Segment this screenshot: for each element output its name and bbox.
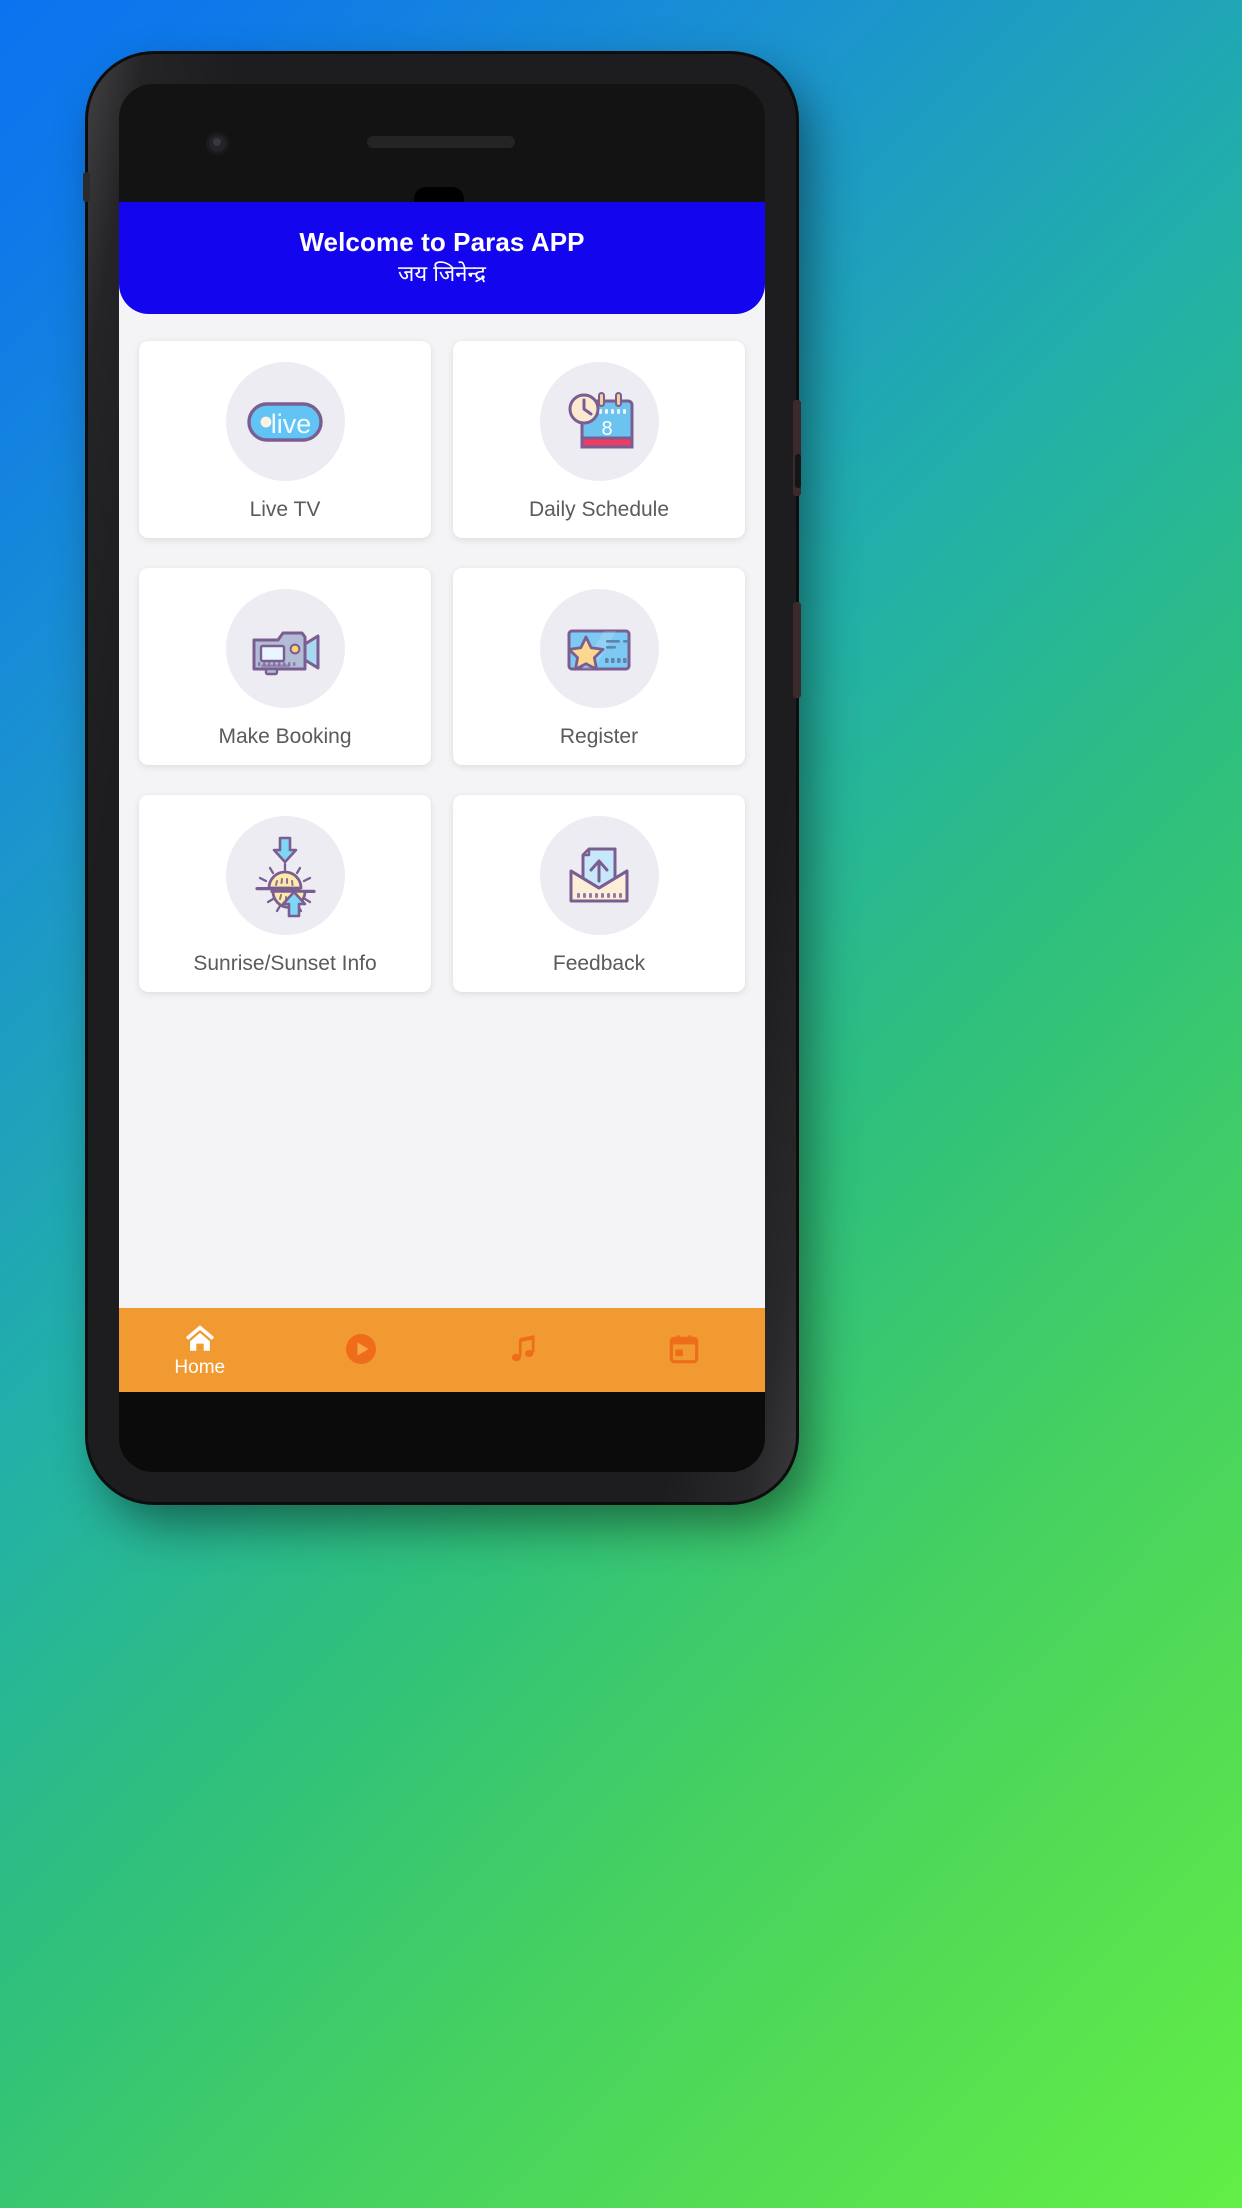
card-make-booking[interactable]: Make Booking: [139, 568, 431, 765]
icon-circle: 8: [539, 362, 659, 481]
envelope-upload-icon: [569, 847, 629, 902]
nav-item-calendar[interactable]: [604, 1333, 766, 1367]
live-badge-text: live: [271, 409, 312, 439]
earpiece-speaker: [367, 136, 515, 148]
calendar-icon: [668, 1333, 700, 1365]
card-daily-schedule[interactable]: 8 Daily Schedule: [453, 341, 745, 538]
nav-item-music[interactable]: [442, 1332, 604, 1368]
calendar-day-text: 8: [601, 418, 612, 440]
nav-label-home: Home: [174, 1357, 226, 1378]
volume-down-button[interactable]: [793, 602, 801, 698]
front-camera-icon: [206, 132, 229, 155]
page-title: Welcome to Paras APP: [299, 226, 585, 257]
icon-circle: [539, 816, 659, 935]
power-button[interactable]: [795, 454, 801, 488]
nav-item-home[interactable]: Home: [119, 1321, 281, 1379]
icon-circle: live: [225, 362, 345, 481]
card-label: Sunrise/Sunset Info: [193, 952, 377, 975]
card-feedback[interactable]: Feedback: [453, 795, 745, 992]
music-note-icon: [506, 1332, 540, 1366]
bottom-navigation-bar: Home: [119, 1308, 765, 1392]
phone-top-bezel: [119, 84, 765, 211]
feature-card-grid: live Live TV 8 Daily Schedule Make Booki…: [119, 314, 765, 992]
card-label: Feedback: [552, 952, 646, 975]
video-camera-icon: [252, 631, 320, 675]
home-icon: [183, 1321, 217, 1355]
live-badge-icon: live: [247, 401, 323, 442]
card-label: Live TV: [249, 498, 321, 521]
card-live-tv[interactable]: live Live TV: [139, 341, 431, 538]
app-header: Welcome to Paras APP जय जिनेन्द्र: [119, 202, 765, 314]
phone-device-frame: Welcome to Paras APP जय जिनेन्द्र live L…: [83, 54, 801, 1502]
mute-switch[interactable]: [83, 172, 90, 202]
nav-item-play[interactable]: [281, 1331, 443, 1369]
phone-bottom-bezel: [119, 1392, 765, 1472]
icon-circle: [225, 816, 345, 935]
wallpaper-background: Welcome to Paras APP जय जिनेन्द्र live L…: [0, 0, 1242, 2208]
card-label: Daily Schedule: [528, 498, 670, 521]
calendar-clock-icon: 8: [568, 391, 634, 448]
sunrise-sunset-icon: [255, 836, 316, 917]
page-subtitle: जय जिनेन्द्र: [398, 260, 486, 286]
play-circle-icon: [343, 1331, 379, 1367]
icon-circle: [539, 589, 659, 708]
star-card-icon: [567, 629, 631, 671]
card-label: Register: [559, 725, 639, 748]
card-sunrise-sunset[interactable]: Sunrise/Sunset Info: [139, 795, 431, 992]
phone-screen: Welcome to Paras APP जय जिनेन्द्र live L…: [119, 202, 765, 1392]
icon-circle: [225, 589, 345, 708]
card-label: Make Booking: [218, 725, 352, 748]
card-register[interactable]: Register: [453, 568, 745, 765]
